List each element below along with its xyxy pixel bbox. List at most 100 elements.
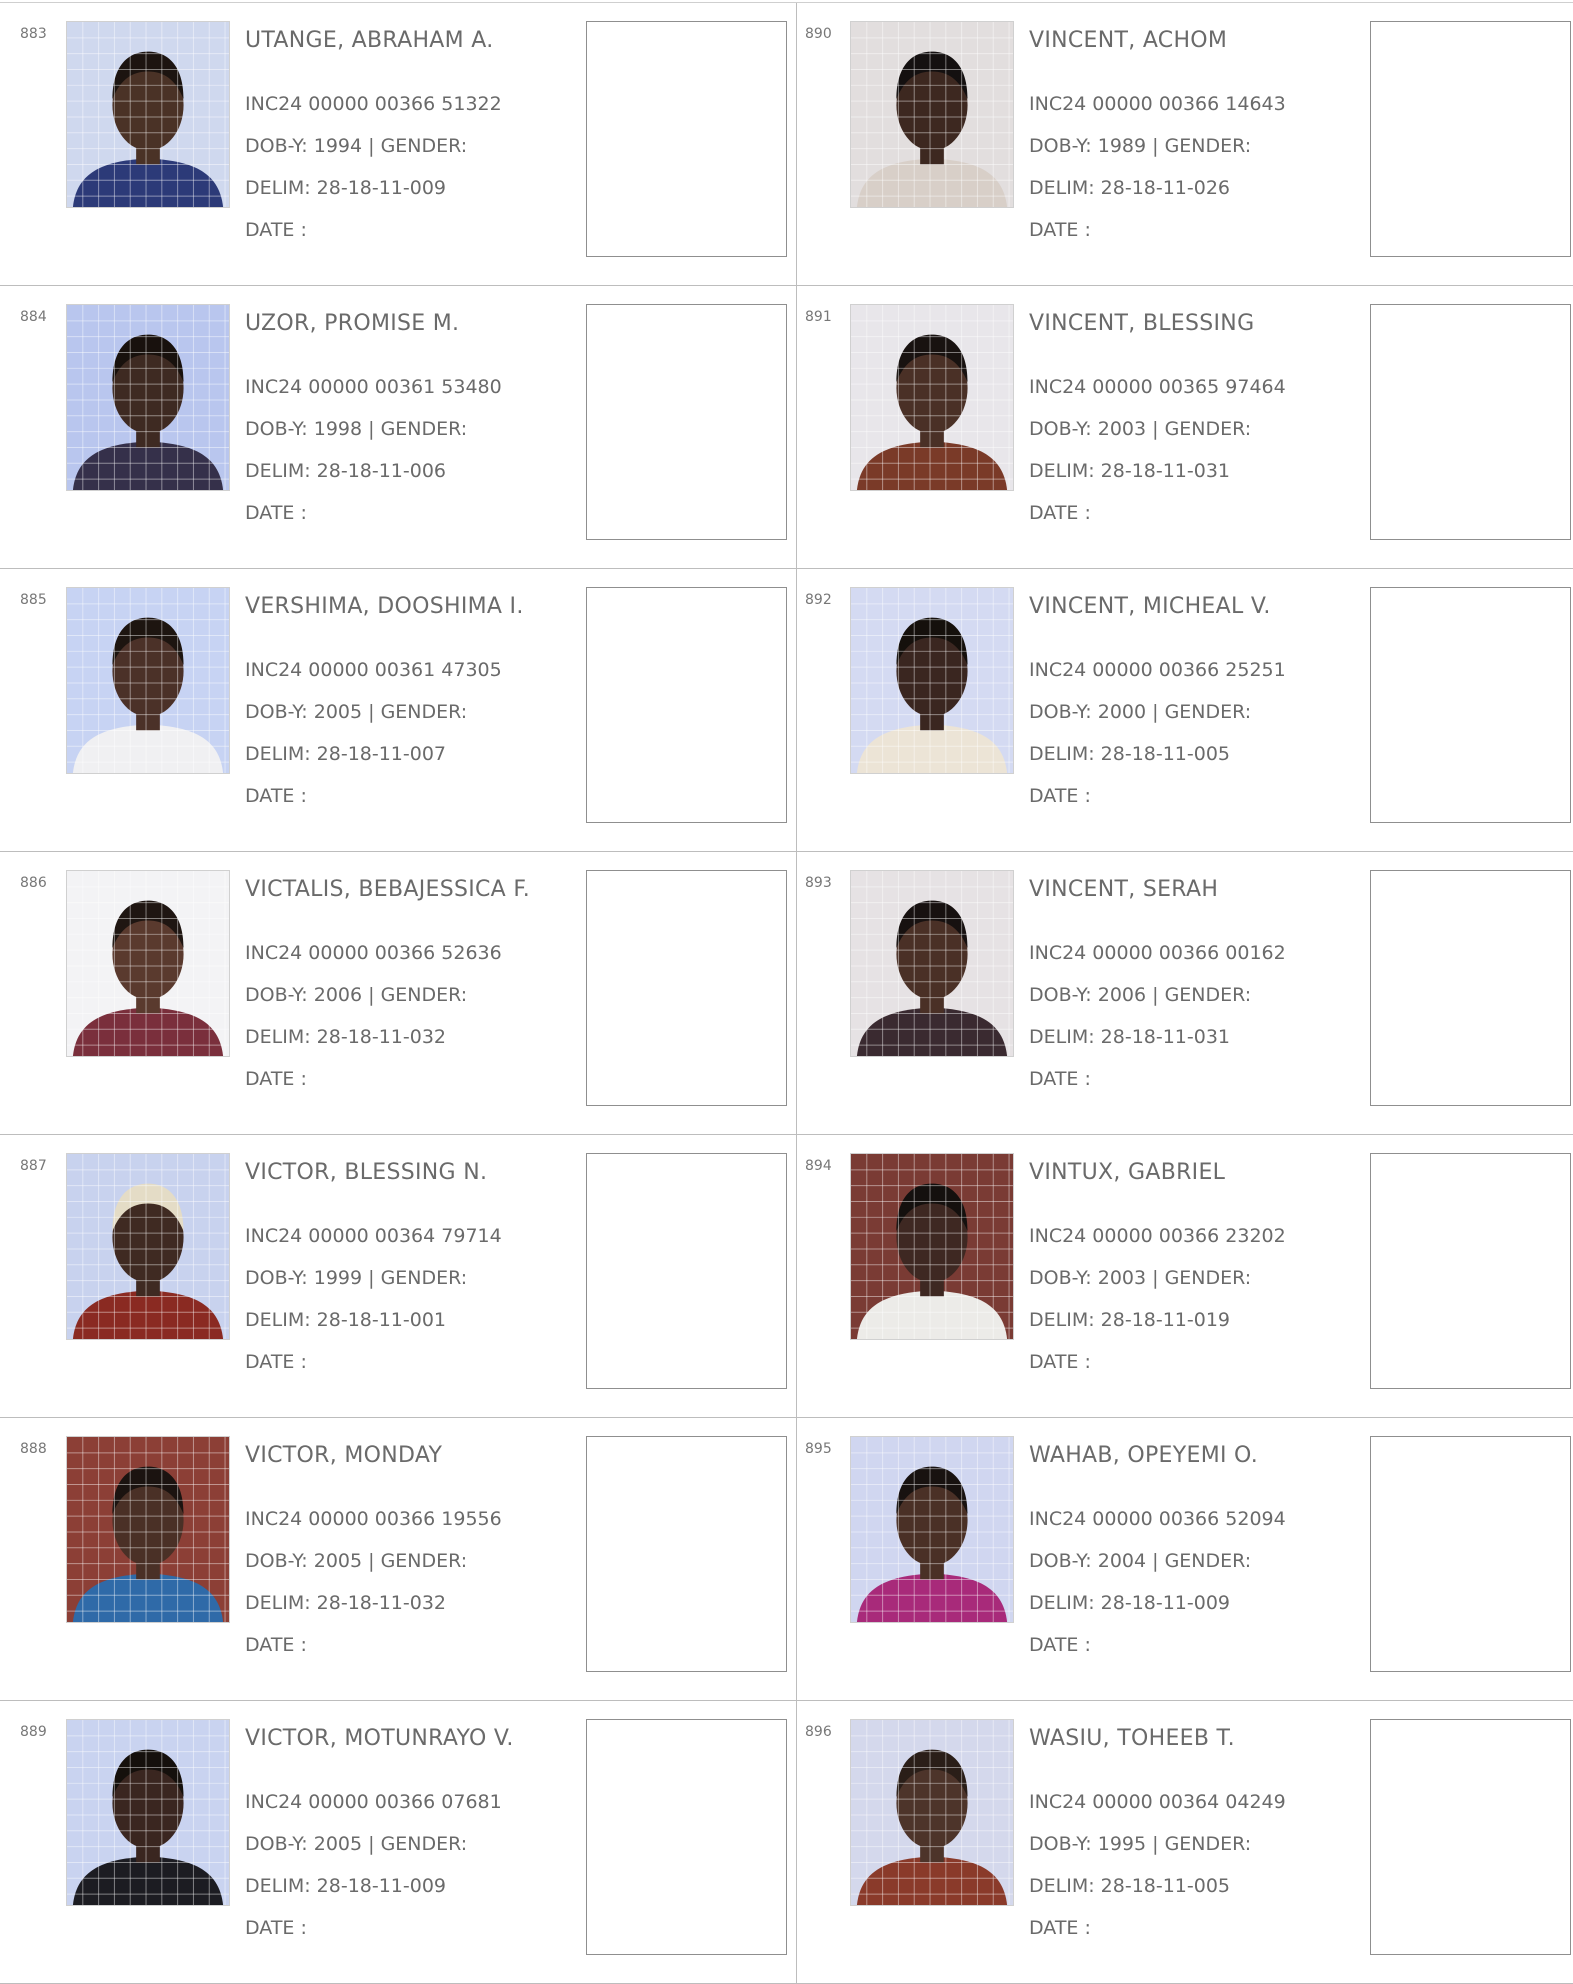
voter-info: VICTOR, BLESSING N. INC24 00000 00364 79… <box>245 1159 502 1375</box>
voter-delim: DELIM: 28-18-11-009 <box>1029 1592 1231 1614</box>
voter-info: WAHAB, OPEYEMI O. INC24 00000 00366 5209… <box>1029 1442 1286 1658</box>
voter-date: DATE : <box>245 502 307 524</box>
voter-photo <box>66 587 230 774</box>
voter-record: 893 VINCENT, SERAH INC24 00000 00366 001… <box>797 852 1573 1135</box>
thumbprint-box <box>1370 587 1571 823</box>
voter-nin: INC24 00000 00364 04249 <box>1029 1791 1286 1813</box>
voter-nin: INC24 00000 00366 00162 <box>1029 942 1286 964</box>
voter-delim: DELIM: 28-18-11-031 <box>1029 1026 1231 1048</box>
voter-photo <box>850 1719 1014 1906</box>
voter-name: VINCENT, BLESSING <box>1029 311 1255 336</box>
voter-photo <box>66 1153 230 1340</box>
voter-delim: DELIM: 28-18-11-005 <box>1029 1875 1231 1897</box>
portrait-image <box>851 1154 1013 1339</box>
portrait-image <box>67 1154 229 1339</box>
voter-date: DATE : <box>1029 1351 1091 1373</box>
voter-delim: DELIM: 28-18-11-009 <box>245 177 447 199</box>
voter-register-page: 883 UTANGE, ABRAHAM A. INC24 00000 00366… <box>0 0 1573 1984</box>
voter-date: DATE : <box>1029 502 1091 524</box>
voter-info: UTANGE, ABRAHAM A. INC24 00000 00366 513… <box>245 27 502 243</box>
voter-record: 888 VICTOR, MONDAY INC24 00000 00366 195… <box>0 1418 797 1701</box>
voter-dob-gender: DOB-Y: 1998 | GENDER: <box>245 418 468 440</box>
voter-delim: DELIM: 28-18-11-001 <box>245 1309 447 1331</box>
voter-info: VINTUX, GABRIEL INC24 00000 00366 23202 … <box>1029 1159 1286 1375</box>
voter-date: DATE : <box>245 1634 307 1656</box>
voter-dob-gender: DOB-Y: 2005 | GENDER: <box>245 1833 468 1855</box>
serial-number: 891 <box>805 309 832 325</box>
voter-delim: DELIM: 28-18-11-005 <box>1029 743 1231 765</box>
portrait-image <box>67 22 229 207</box>
thumbprint-box <box>1370 870 1571 1106</box>
voter-dob-gender: DOB-Y: 1989 | GENDER: <box>1029 135 1252 157</box>
serial-number: 888 <box>20 1441 47 1457</box>
voter-name: VICTALIS, BEBAJESSICA F. <box>245 877 531 902</box>
voter-delim: DELIM: 28-18-11-031 <box>1029 460 1231 482</box>
serial-number: 894 <box>805 1158 832 1174</box>
voter-photo <box>850 870 1014 1057</box>
thumbprint-box <box>586 587 787 823</box>
voter-date: DATE : <box>245 219 307 241</box>
voter-nin: INC24 00000 00366 52094 <box>1029 1508 1286 1530</box>
voter-photo <box>66 21 230 208</box>
serial-number: 886 <box>20 875 47 891</box>
portrait-image <box>67 305 229 490</box>
thumbprint-box <box>586 870 787 1106</box>
voter-nin: INC24 00000 00361 47305 <box>245 659 502 681</box>
thumbprint-box <box>1370 1436 1571 1672</box>
portrait-image <box>851 1437 1013 1622</box>
portrait-image <box>67 1437 229 1622</box>
voter-dob-gender: DOB-Y: 2006 | GENDER: <box>245 984 468 1006</box>
voter-dob-gender: DOB-Y: 2006 | GENDER: <box>1029 984 1252 1006</box>
voter-nin: INC24 00000 00366 23202 <box>1029 1225 1286 1247</box>
thumbprint-box <box>586 1436 787 1672</box>
voter-nin: INC24 00000 00366 07681 <box>245 1791 502 1813</box>
record-grid: 883 UTANGE, ABRAHAM A. INC24 00000 00366… <box>0 2 1573 1984</box>
voter-photo <box>850 1436 1014 1623</box>
voter-info: VINCENT, SERAH INC24 00000 00366 00162 D… <box>1029 876 1286 1092</box>
voter-nin: INC24 00000 00366 25251 <box>1029 659 1286 681</box>
voter-delim: DELIM: 28-18-11-032 <box>245 1026 447 1048</box>
voter-record: 885 VERSHIMA, DOOSHIMA I. INC24 00000 00… <box>0 569 797 852</box>
voter-name: VERSHIMA, DOOSHIMA I. <box>245 594 524 619</box>
thumbprint-box <box>586 304 787 540</box>
voter-record: 886 VICTALIS, BEBAJESSICA F. INC24 00000… <box>0 852 797 1135</box>
voter-info: VICTOR, MOTUNRAYO V. INC24 00000 00366 0… <box>245 1725 514 1941</box>
voter-date: DATE : <box>1029 219 1091 241</box>
voter-dob-gender: DOB-Y: 2005 | GENDER: <box>245 1550 468 1572</box>
voter-record: 891 VINCENT, BLESSING INC24 00000 00365 … <box>797 286 1573 569</box>
voter-photo <box>850 304 1014 491</box>
serial-number: 892 <box>805 592 832 608</box>
serial-number: 885 <box>20 592 47 608</box>
voter-name: VICTOR, BLESSING N. <box>245 1160 488 1185</box>
voter-dob-gender: DOB-Y: 1995 | GENDER: <box>1029 1833 1252 1855</box>
voter-record: 896 WASIU, TOHEEB T. INC24 00000 00364 0… <box>797 1701 1573 1984</box>
voter-record: 890 VINCENT, ACHOM INC24 00000 00366 146… <box>797 3 1573 286</box>
voter-name: WAHAB, OPEYEMI O. <box>1029 1443 1259 1468</box>
voter-nin: INC24 00000 00366 52636 <box>245 942 502 964</box>
voter-dob-gender: DOB-Y: 2003 | GENDER: <box>1029 1267 1252 1289</box>
thumbprint-box <box>1370 21 1571 257</box>
portrait-image <box>851 22 1013 207</box>
voter-photo <box>66 1719 230 1906</box>
voter-delim: DELIM: 28-18-11-032 <box>245 1592 447 1614</box>
voter-name: WASIU, TOHEEB T. <box>1029 1726 1235 1751</box>
thumbprint-box <box>586 1719 787 1955</box>
portrait-image <box>851 1720 1013 1905</box>
portrait-image <box>851 871 1013 1056</box>
voter-info: VINCENT, ACHOM INC24 00000 00366 14643 D… <box>1029 27 1286 243</box>
voter-date: DATE : <box>1029 1917 1091 1939</box>
voter-dob-gender: DOB-Y: 2005 | GENDER: <box>245 701 468 723</box>
voter-record: 894 VINTUX, GABRIEL INC24 00000 00366 23… <box>797 1135 1573 1418</box>
voter-record: 884 UZOR, PROMISE M. INC24 00000 00361 5… <box>0 286 797 569</box>
voter-date: DATE : <box>245 785 307 807</box>
voter-delim: DELIM: 28-18-11-026 <box>1029 177 1231 199</box>
portrait-image <box>851 305 1013 490</box>
serial-number: 887 <box>20 1158 47 1174</box>
voter-date: DATE : <box>245 1068 307 1090</box>
voter-record: 887 VICTOR, BLESSING N. INC24 00000 0036… <box>0 1135 797 1418</box>
voter-record: 895 WAHAB, OPEYEMI O. INC24 00000 00366 … <box>797 1418 1573 1701</box>
voter-photo <box>66 304 230 491</box>
thumbprint-box <box>586 21 787 257</box>
voter-record: 892 VINCENT, MICHEAL V. INC24 00000 0036… <box>797 569 1573 852</box>
voter-info: UZOR, PROMISE M. INC24 00000 00361 53480… <box>245 310 502 526</box>
